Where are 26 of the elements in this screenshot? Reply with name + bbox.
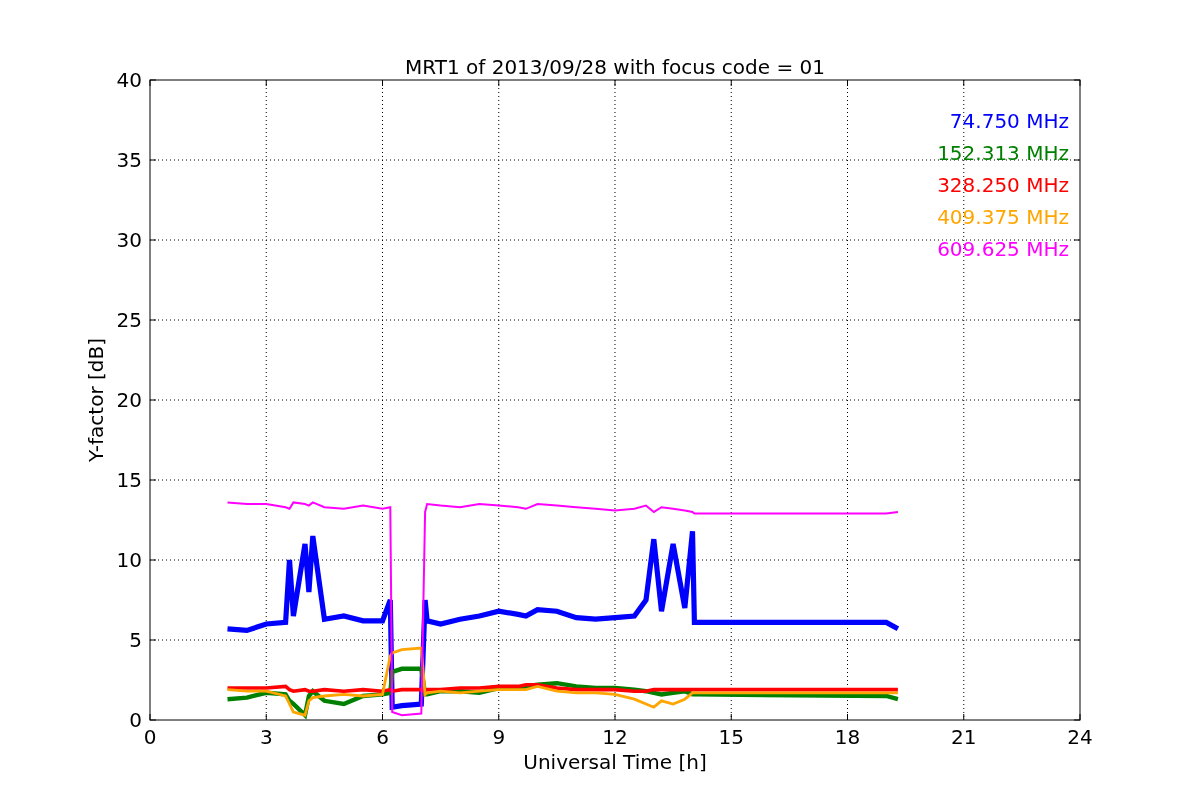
- y-tick-label: 10: [116, 548, 142, 572]
- y-tick-label: 20: [116, 388, 142, 412]
- x-tick-label: 3: [259, 725, 273, 749]
- x-tick-label: 21: [951, 725, 977, 749]
- x-tick-label: 12: [602, 725, 628, 749]
- y-tick-label: 0: [129, 708, 142, 732]
- y-tick-label: 40: [116, 68, 142, 92]
- y-tick-label: 35: [116, 148, 142, 172]
- legend-label: 409.375 MHz: [937, 205, 1069, 229]
- x-tick-label: 24: [1067, 725, 1093, 749]
- y-tick-label: 5: [129, 628, 142, 652]
- legend-label: 609.625 MHz: [937, 237, 1069, 261]
- y-tick-label: 25: [116, 308, 142, 332]
- x-tick-label: 15: [718, 725, 744, 749]
- x-tick-label: 9: [492, 725, 506, 749]
- y-axis-label: Y-factor [dB]: [84, 338, 108, 462]
- x-tick-label: 0: [143, 725, 157, 749]
- x-tick-label: 6: [376, 725, 389, 749]
- y-tick-label: 30: [116, 228, 142, 252]
- x-tick-label: 18: [834, 725, 861, 749]
- legend-label: 152.313 MHz: [937, 141, 1069, 165]
- chart-title: MRT1 of 2013/09/28 with focus code = 01: [405, 55, 825, 79]
- x-axis-label: Universal Time [h]: [523, 750, 707, 774]
- legend-label: 74.750 MHz: [949, 109, 1069, 133]
- legend-label: 328.250 MHz: [937, 173, 1069, 197]
- y-tick-label: 15: [116, 468, 142, 492]
